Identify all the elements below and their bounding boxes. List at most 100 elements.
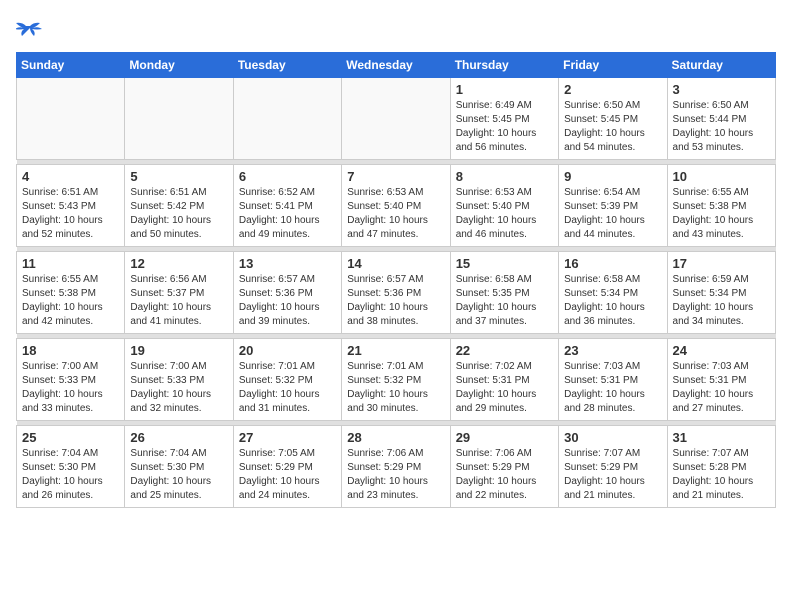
day-number: 16	[564, 256, 661, 271]
day-number: 29	[456, 430, 553, 445]
day-number: 20	[239, 343, 336, 358]
day-number: 12	[130, 256, 227, 271]
column-header-wednesday: Wednesday	[342, 53, 450, 78]
day-info: Sunrise: 7:01 AMSunset: 5:32 PMDaylight:…	[347, 360, 444, 416]
day-info: Sunrise: 6:54 AMSunset: 5:39 PMDaylight:…	[564, 186, 661, 242]
calendar-cell	[17, 78, 125, 160]
day-number: 31	[673, 430, 770, 445]
column-header-thursday: Thursday	[450, 53, 558, 78]
calendar-cell: 20Sunrise: 7:01 AMSunset: 5:32 PMDayligh…	[233, 339, 341, 421]
page-header	[16, 16, 776, 44]
day-info: Sunrise: 6:52 AMSunset: 5:41 PMDaylight:…	[239, 186, 336, 242]
day-info: Sunrise: 6:56 AMSunset: 5:37 PMDaylight:…	[130, 273, 227, 329]
day-number: 22	[456, 343, 553, 358]
day-number: 1	[456, 82, 553, 97]
day-info: Sunrise: 7:05 AMSunset: 5:29 PMDaylight:…	[239, 447, 336, 503]
day-info: Sunrise: 6:51 AMSunset: 5:43 PMDaylight:…	[22, 186, 119, 242]
column-header-monday: Monday	[125, 53, 233, 78]
calendar-week-1: 1 Sunrise: 6:49 AMSunset: 5:45 PMDaylight…	[17, 78, 776, 160]
calendar-cell	[342, 78, 450, 160]
calendar-cell: 21 Sunrise: 7:01 AMSunset: 5:32 PMDayligh…	[342, 339, 450, 421]
calendar-cell: 22 Sunrise: 7:02 AMSunset: 5:31 PMDayligh…	[450, 339, 558, 421]
calendar-cell: 26 Sunrise: 7:04 AMSunset: 5:30 PMDayligh…	[125, 426, 233, 508]
day-info: Sunrise: 6:57 AMSunset: 5:36 PMDaylight:…	[347, 273, 444, 329]
calendar-cell: 16 Sunrise: 6:58 AMSunset: 5:34 PMDayligh…	[559, 252, 667, 334]
day-info: Sunrise: 7:07 AMSunset: 5:28 PMDaylight:…	[673, 447, 770, 503]
column-header-sunday: Sunday	[17, 53, 125, 78]
calendar-cell: 3Sunrise: 6:50 AMSunset: 5:44 PMDaylight…	[667, 78, 775, 160]
calendar-cell: 13 Sunrise: 6:57 AMSunset: 5:36 PMDayligh…	[233, 252, 341, 334]
calendar-cell: 5 Sunrise: 6:51 AMSunset: 5:42 PMDaylight…	[125, 165, 233, 247]
day-number: 21	[347, 343, 444, 358]
day-info: Sunrise: 7:07 AMSunset: 5:29 PMDaylight:…	[564, 447, 661, 503]
calendar-cell: 17 Sunrise: 6:59 AMSunset: 5:34 PMDayligh…	[667, 252, 775, 334]
calendar-cell	[125, 78, 233, 160]
calendar-cell: 24Sunrise: 7:03 AMSunset: 5:31 PMDayligh…	[667, 339, 775, 421]
day-number: 7	[347, 169, 444, 184]
calendar-cell: 11Sunrise: 6:55 AMSunset: 5:38 PMDayligh…	[17, 252, 125, 334]
day-number: 10	[673, 169, 770, 184]
day-number: 15	[456, 256, 553, 271]
calendar-cell: 18Sunrise: 7:00 AMSunset: 5:33 PMDayligh…	[17, 339, 125, 421]
day-info: Sunrise: 6:57 AMSunset: 5:36 PMDaylight:…	[239, 273, 336, 329]
day-number: 8	[456, 169, 553, 184]
calendar-header-row: SundayMondayTuesdayWednesdayThursdayFrid…	[17, 53, 776, 78]
calendar-cell: 8 Sunrise: 6:53 AMSunset: 5:40 PMDaylight…	[450, 165, 558, 247]
calendar-cell: 4 Sunrise: 6:51 AMSunset: 5:43 PMDaylight…	[17, 165, 125, 247]
day-info: Sunrise: 7:03 AMSunset: 5:31 PMDaylight:…	[564, 360, 661, 416]
day-info: Sunrise: 7:06 AMSunset: 5:29 PMDaylight:…	[456, 447, 553, 503]
column-header-friday: Friday	[559, 53, 667, 78]
calendar-cell: 14 Sunrise: 6:57 AMSunset: 5:36 PMDayligh…	[342, 252, 450, 334]
day-info: Sunrise: 7:04 AMSunset: 5:30 PMDaylight:…	[22, 447, 119, 503]
calendar-cell	[233, 78, 341, 160]
calendar-cell: 12 Sunrise: 6:56 AMSunset: 5:37 PMDayligh…	[125, 252, 233, 334]
day-number: 13	[239, 256, 336, 271]
calendar-cell: 19Sunrise: 7:00 AMSunset: 5:33 PMDayligh…	[125, 339, 233, 421]
calendar-cell: 9 Sunrise: 6:54 AMSunset: 5:39 PMDaylight…	[559, 165, 667, 247]
day-number: 4	[22, 169, 119, 184]
day-info: Sunrise: 6:49 AMSunset: 5:45 PMDaylight:…	[456, 99, 553, 155]
calendar-week-2: 4 Sunrise: 6:51 AMSunset: 5:43 PMDaylight…	[17, 165, 776, 247]
calendar-cell: 31 Sunrise: 7:07 AMSunset: 5:28 PMDayligh…	[667, 426, 775, 508]
day-info: Sunrise: 7:00 AMSunset: 5:33 PMDaylight:…	[130, 360, 227, 416]
day-number: 30	[564, 430, 661, 445]
day-info: Sunrise: 7:02 AMSunset: 5:31 PMDaylight:…	[456, 360, 553, 416]
calendar-week-4: 18 Sunrise: 7:00 AMSunset: 5:33 PMDayligh…	[17, 339, 776, 421]
day-number: 27	[239, 430, 336, 445]
day-info: Sunrise: 6:58 AMSunset: 5:34 PMDaylight:…	[564, 273, 661, 329]
day-number: 23	[564, 343, 661, 358]
calendar-cell: 29 Sunrise: 7:06 AMSunset: 5:29 PMDayligh…	[450, 426, 558, 508]
day-info: Sunrise: 6:53 AMSunset: 5:40 PMDaylight:…	[456, 186, 553, 242]
day-number: 11	[22, 256, 119, 271]
day-info: Sunrise: 6:59 AMSunset: 5:34 PMDaylight:…	[673, 273, 770, 329]
calendar-cell: 2Sunrise: 6:50 AMSunset: 5:45 PMDaylight…	[559, 78, 667, 160]
calendar-table: SundayMondayTuesdayWednesdayThursdayFrid…	[16, 52, 776, 508]
calendar-cell: 25Sunrise: 7:04 AMSunset: 5:30 PMDayligh…	[17, 426, 125, 508]
day-info: Sunrise: 6:50 AMSunset: 5:44 PMDaylight:…	[673, 99, 770, 155]
day-info: Sunrise: 7:04 AMSunset: 5:30 PMDaylight:…	[130, 447, 227, 503]
day-info: Sunrise: 7:06 AMSunset: 5:29 PMDaylight:…	[347, 447, 444, 503]
calendar-cell: 27 Sunrise: 7:05 AMSunset: 5:29 PMDayligh…	[233, 426, 341, 508]
day-number: 18	[22, 343, 119, 358]
day-info: Sunrise: 6:51 AMSunset: 5:42 PMDaylight:…	[130, 186, 227, 242]
calendar-week-5: 25Sunrise: 7:04 AMSunset: 5:30 PMDayligh…	[17, 426, 776, 508]
day-number: 9	[564, 169, 661, 184]
calendar-cell: 6Sunrise: 6:52 AMSunset: 5:41 PMDaylight…	[233, 165, 341, 247]
column-header-tuesday: Tuesday	[233, 53, 341, 78]
day-number: 26	[130, 430, 227, 445]
column-header-saturday: Saturday	[667, 53, 775, 78]
day-info: Sunrise: 6:55 AMSunset: 5:38 PMDaylight:…	[673, 186, 770, 242]
calendar-week-3: 11Sunrise: 6:55 AMSunset: 5:38 PMDayligh…	[17, 252, 776, 334]
day-number: 17	[673, 256, 770, 271]
calendar-cell: 7 Sunrise: 6:53 AMSunset: 5:40 PMDaylight…	[342, 165, 450, 247]
day-number: 28	[347, 430, 444, 445]
day-number: 14	[347, 256, 444, 271]
day-number: 2	[564, 82, 661, 97]
calendar-cell: 10 Sunrise: 6:55 AMSunset: 5:38 PMDayligh…	[667, 165, 775, 247]
calendar-cell: 23 Sunrise: 7:03 AMSunset: 5:31 PMDayligh…	[559, 339, 667, 421]
logo-icon	[16, 16, 44, 44]
day-number: 5	[130, 169, 227, 184]
calendar-cell: 15Sunrise: 6:58 AMSunset: 5:35 PMDayligh…	[450, 252, 558, 334]
day-info: Sunrise: 6:53 AMSunset: 5:40 PMDaylight:…	[347, 186, 444, 242]
calendar-cell: 28 Sunrise: 7:06 AMSunset: 5:29 PMDayligh…	[342, 426, 450, 508]
